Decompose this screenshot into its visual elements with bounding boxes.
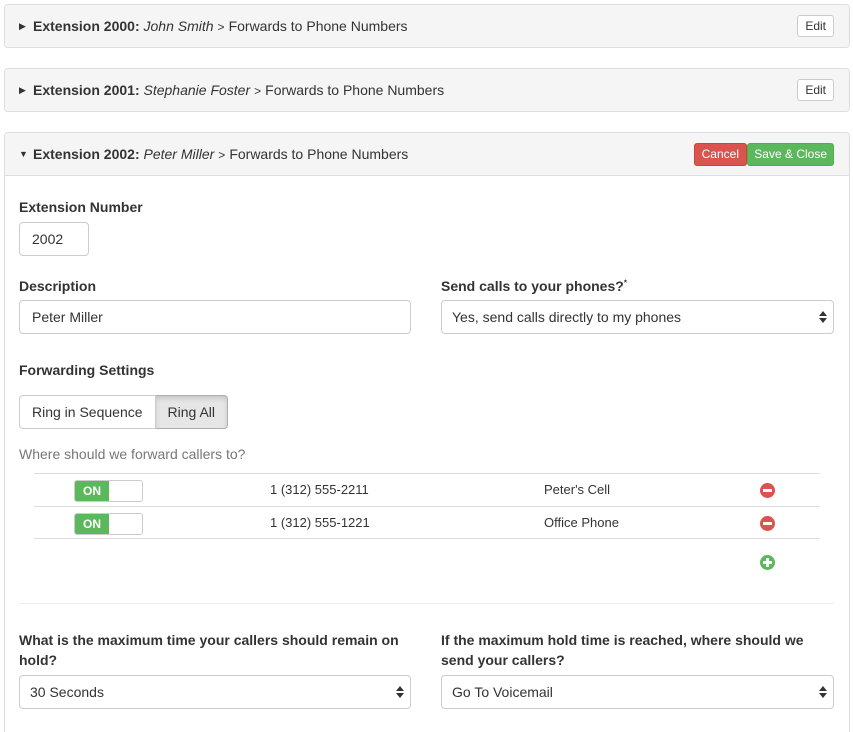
chevron-right-icon: > (254, 84, 262, 98)
hold-reached-select-value: Go To Voicemail (452, 684, 553, 700)
send-calls-select-value: Yes, send calls directly to my phones (452, 309, 682, 325)
edit-button[interactable]: Edit (797, 15, 834, 37)
extension-panel-2002: ▼ Extension 2002: Peter Miller > Forwards … (4, 132, 850, 732)
forwarding-helper-text: Where should we forward callers to? (19, 446, 246, 462)
panel-title: Extension 2001: Stephanie Foster > Forward… (33, 82, 444, 98)
panel-title: Extension 2000: John Smith > Forwards to P… (33, 18, 408, 34)
save-close-button[interactable]: Save & Close (747, 143, 834, 166)
extension-label: Extension 2002: (33, 146, 140, 162)
chevron-right-icon: > (217, 20, 225, 34)
toggle-on-label: ON (75, 514, 109, 534)
select-arrows-icon (396, 685, 404, 699)
table-row: ON 1 (312) 555-2211 Peter's Cell (34, 473, 820, 506)
caret-right-icon: ▶ (19, 20, 26, 31)
extension-destination: Forwards to Phone Numbers (229, 146, 409, 162)
hold-reached-select[interactable]: Go To Voicemail (441, 675, 834, 709)
select-arrows-icon (819, 685, 827, 699)
forwarding-toggle[interactable]: ON (74, 513, 143, 535)
edit-button[interactable]: Edit (797, 79, 834, 101)
extension-number-input[interactable]: 2002 (19, 222, 89, 256)
section-divider (19, 603, 835, 604)
ring-in-sequence-button[interactable]: Ring in Sequence (19, 395, 156, 429)
send-calls-select[interactable]: Yes, send calls directly to my phones (441, 300, 834, 334)
send-calls-label-text: Send calls to your phones? (441, 278, 624, 294)
chevron-right-icon: > (218, 148, 226, 162)
panel-heading[interactable]: ▼ Extension 2002: Peter Miller > Forwards … (5, 133, 849, 175)
extension-destination: Forwards to Phone Numbers (228, 18, 408, 34)
caret-right-icon: ▶ (19, 84, 26, 95)
panel-heading[interactable]: ▶ Extension 2001: Stephanie Foster > Forwa… (5, 69, 849, 111)
required-mark: * (623, 278, 627, 288)
hold-reached-label: If the maximum hold time is reached, whe… (441, 632, 804, 668)
extension-user-name: Peter Miller (143, 146, 215, 162)
panel-body: Extension Number 2002 Description Peter … (5, 175, 849, 732)
forwarding-phone-name: Peter's Cell (544, 482, 611, 497)
extension-label: Extension 2001: (33, 82, 140, 98)
extension-number-label: Extension Number (19, 199, 143, 215)
panel-heading[interactable]: ▶ Extension 2000: John Smith > Forwards to… (5, 5, 849, 47)
table-row: ON 1 (312) 555-1221 Office Phone (34, 506, 820, 539)
forwarding-phone-number: 1 (312) 555-2211 (270, 482, 369, 497)
max-hold-label: What is the maximum time your callers sh… (19, 632, 399, 668)
caret-down-icon: ▼ (19, 149, 28, 159)
max-hold-select-value: 30 Seconds (30, 684, 104, 700)
select-arrows-icon (819, 310, 827, 324)
remove-circle-icon[interactable] (760, 516, 775, 531)
description-input[interactable]: Peter Miller (19, 300, 411, 334)
extension-label: Extension 2000: (33, 18, 140, 34)
remove-circle-icon[interactable] (760, 483, 775, 498)
forwarding-toggle[interactable]: ON (74, 480, 143, 502)
extension-panel-2001: ▶ Extension 2001: Stephanie Foster > Forwa… (4, 68, 850, 112)
forwarding-settings-label: Forwarding Settings (19, 362, 155, 378)
max-hold-select[interactable]: 30 Seconds (19, 675, 411, 709)
toggle-on-label: ON (75, 481, 109, 501)
extension-destination: Forwards to Phone Numbers (265, 82, 445, 98)
ring-all-button[interactable]: Ring All (155, 395, 228, 429)
forwarding-phone-name: Office Phone (544, 515, 619, 530)
add-circle-icon[interactable] (760, 555, 775, 570)
description-label: Description (19, 278, 97, 294)
extension-user-name: John Smith (143, 18, 214, 34)
cancel-button[interactable]: Cancel (693, 143, 747, 166)
extension-user-name: Stephanie Foster (143, 82, 251, 98)
send-calls-label: Send calls to your phones?* (441, 278, 627, 294)
forwarding-table: ON 1 (312) 555-2211 Peter's Cell ON 1 (3… (34, 473, 820, 539)
forwarding-phone-number: 1 (312) 555-1221 (270, 515, 370, 530)
extension-panel-2000: ▶ Extension 2000: John Smith > Forwards to… (4, 4, 850, 48)
ring-mode-toggle: Ring in Sequence Ring All (19, 395, 228, 429)
panel-title: Extension 2002: Peter Miller > Forwards to… (33, 146, 408, 162)
